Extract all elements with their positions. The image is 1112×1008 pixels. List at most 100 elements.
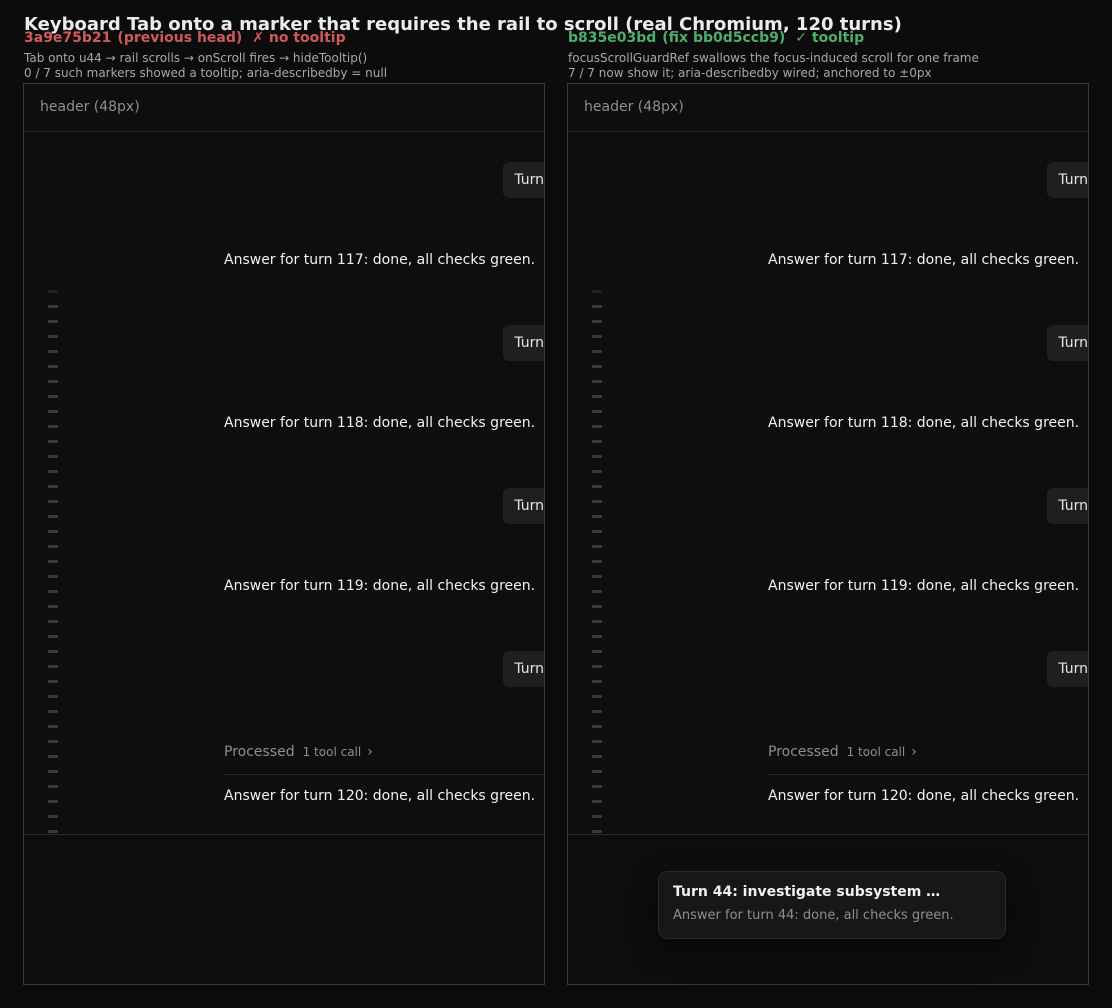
commit-label: (fix bb0d5ccb9) (662, 30, 786, 46)
rail-marker[interactable] (48, 800, 58, 803)
rail-marker[interactable] (592, 395, 602, 398)
rail-marker[interactable] (48, 590, 58, 593)
rail-marker[interactable] (592, 680, 602, 683)
rail-marker[interactable] (592, 560, 602, 563)
rail-marker[interactable] (48, 530, 58, 533)
rail-marker[interactable] (592, 695, 602, 698)
rail-marker[interactable] (592, 815, 602, 818)
rail-marker[interactable] (48, 785, 58, 788)
tooltip-body: Answer for turn 44: done, all checks gre… (673, 908, 954, 923)
rail-marker[interactable] (592, 740, 602, 743)
rail-marker[interactable] (48, 290, 58, 293)
rail-marker[interactable] (48, 695, 58, 698)
rail-marker[interactable] (48, 470, 58, 473)
note-line: 7 / 7 now show it; aria-describedby wire… (568, 66, 932, 80)
user-bubble[interactable]: Turn (1047, 325, 1088, 361)
rail-marker[interactable] (48, 425, 58, 428)
rail-marker[interactable] (48, 350, 58, 353)
marker-rail[interactable] (592, 290, 602, 834)
marker-tooltip: Turn 44: investigate subsystem … Answer … (658, 871, 1006, 939)
user-bubble[interactable]: Turn (1047, 651, 1088, 687)
rail-marker[interactable] (48, 440, 58, 443)
rail-marker[interactable] (48, 545, 58, 548)
chat-frame-after: header (48px) Turn Answer for turn 117: … (567, 83, 1089, 985)
rail-marker[interactable] (48, 395, 58, 398)
rail-marker[interactable] (48, 755, 58, 758)
rail-marker[interactable] (592, 665, 602, 668)
rail-marker[interactable] (592, 800, 602, 803)
rail-marker[interactable] (48, 740, 58, 743)
rail-marker[interactable] (592, 470, 602, 473)
rail-marker[interactable] (592, 635, 602, 638)
rail-marker[interactable] (592, 455, 602, 458)
assistant-answer: Answer for turn 120: done, all checks gr… (768, 788, 1080, 804)
rail-marker[interactable] (592, 305, 602, 308)
rail-marker[interactable] (48, 815, 58, 818)
rail-marker[interactable] (592, 350, 602, 353)
chat-scroll-area[interactable]: Turn Answer for turn 117: done, all chec… (24, 132, 544, 835)
assistant-answer: Answer for turn 117: done, all checks gr… (224, 252, 536, 268)
user-bubble[interactable]: Turn (1047, 488, 1088, 524)
left-column-header: 3a9e75b21 (previous head) ✗ no tooltip Tab… (24, 30, 546, 81)
assistant-answer: Answer for turn 118: done, all checks gr… (224, 415, 536, 431)
rail-marker[interactable] (592, 530, 602, 533)
rail-marker[interactable] (48, 500, 58, 503)
rail-marker[interactable] (48, 560, 58, 563)
rail-marker[interactable] (592, 725, 602, 728)
rail-marker[interactable] (48, 725, 58, 728)
rail-marker[interactable] (592, 545, 602, 548)
rail-marker[interactable] (48, 830, 58, 833)
note-line: Tab onto u44 → rail scrolls → onScroll f… (24, 51, 368, 65)
rail-marker[interactable] (592, 620, 602, 623)
rail-marker[interactable] (48, 665, 58, 668)
rail-marker[interactable] (592, 335, 602, 338)
rail-marker[interactable] (592, 785, 602, 788)
user-bubble[interactable]: Turn (503, 325, 544, 361)
rail-marker[interactable] (48, 380, 58, 383)
chat-frame-before: header (48px) Turn Answer for turn 117: … (23, 83, 545, 985)
rail-marker[interactable] (48, 575, 58, 578)
rail-marker[interactable] (592, 770, 602, 773)
rail-marker[interactable] (48, 455, 58, 458)
rail-marker[interactable] (48, 680, 58, 683)
rail-marker[interactable] (592, 380, 602, 383)
rail-marker[interactable] (48, 710, 58, 713)
rail-marker[interactable] (48, 515, 58, 518)
rail-marker[interactable] (592, 575, 602, 578)
rail-marker[interactable] (48, 365, 58, 368)
rail-marker[interactable] (48, 305, 58, 308)
rail-marker[interactable] (592, 440, 602, 443)
rail-marker[interactable] (48, 410, 58, 413)
rail-marker[interactable] (592, 500, 602, 503)
rail-marker[interactable] (592, 710, 602, 713)
rail-marker[interactable] (48, 485, 58, 488)
user-bubble[interactable]: Turn (1047, 162, 1088, 198)
rail-marker[interactable] (592, 605, 602, 608)
user-bubble[interactable]: Turn (503, 651, 544, 687)
rail-marker[interactable] (48, 320, 58, 323)
rail-marker[interactable] (48, 605, 58, 608)
rail-marker[interactable] (48, 635, 58, 638)
rail-marker[interactable] (592, 320, 602, 323)
processed-label: Processed (224, 744, 295, 760)
rail-marker[interactable] (592, 755, 602, 758)
rail-marker[interactable] (592, 425, 602, 428)
rail-marker[interactable] (48, 335, 58, 338)
user-bubble[interactable]: Turn (503, 488, 544, 524)
rail-marker[interactable] (48, 650, 58, 653)
tool-call-summary[interactable]: Processed 1 tool call › (224, 744, 544, 775)
rail-marker[interactable] (592, 365, 602, 368)
rail-marker[interactable] (592, 650, 602, 653)
chat-scroll-area[interactable]: Turn Answer for turn 117: done, all chec… (568, 132, 1088, 835)
rail-marker[interactable] (592, 485, 602, 488)
rail-marker[interactable] (592, 515, 602, 518)
tool-call-summary[interactable]: Processed 1 tool call › (768, 744, 1088, 775)
rail-marker[interactable] (592, 830, 602, 833)
rail-marker[interactable] (592, 290, 602, 293)
rail-marker[interactable] (592, 410, 602, 413)
rail-marker[interactable] (48, 620, 58, 623)
rail-marker[interactable] (592, 590, 602, 593)
marker-rail[interactable] (48, 290, 58, 834)
rail-marker[interactable] (48, 770, 58, 773)
user-bubble[interactable]: Turn (503, 162, 544, 198)
